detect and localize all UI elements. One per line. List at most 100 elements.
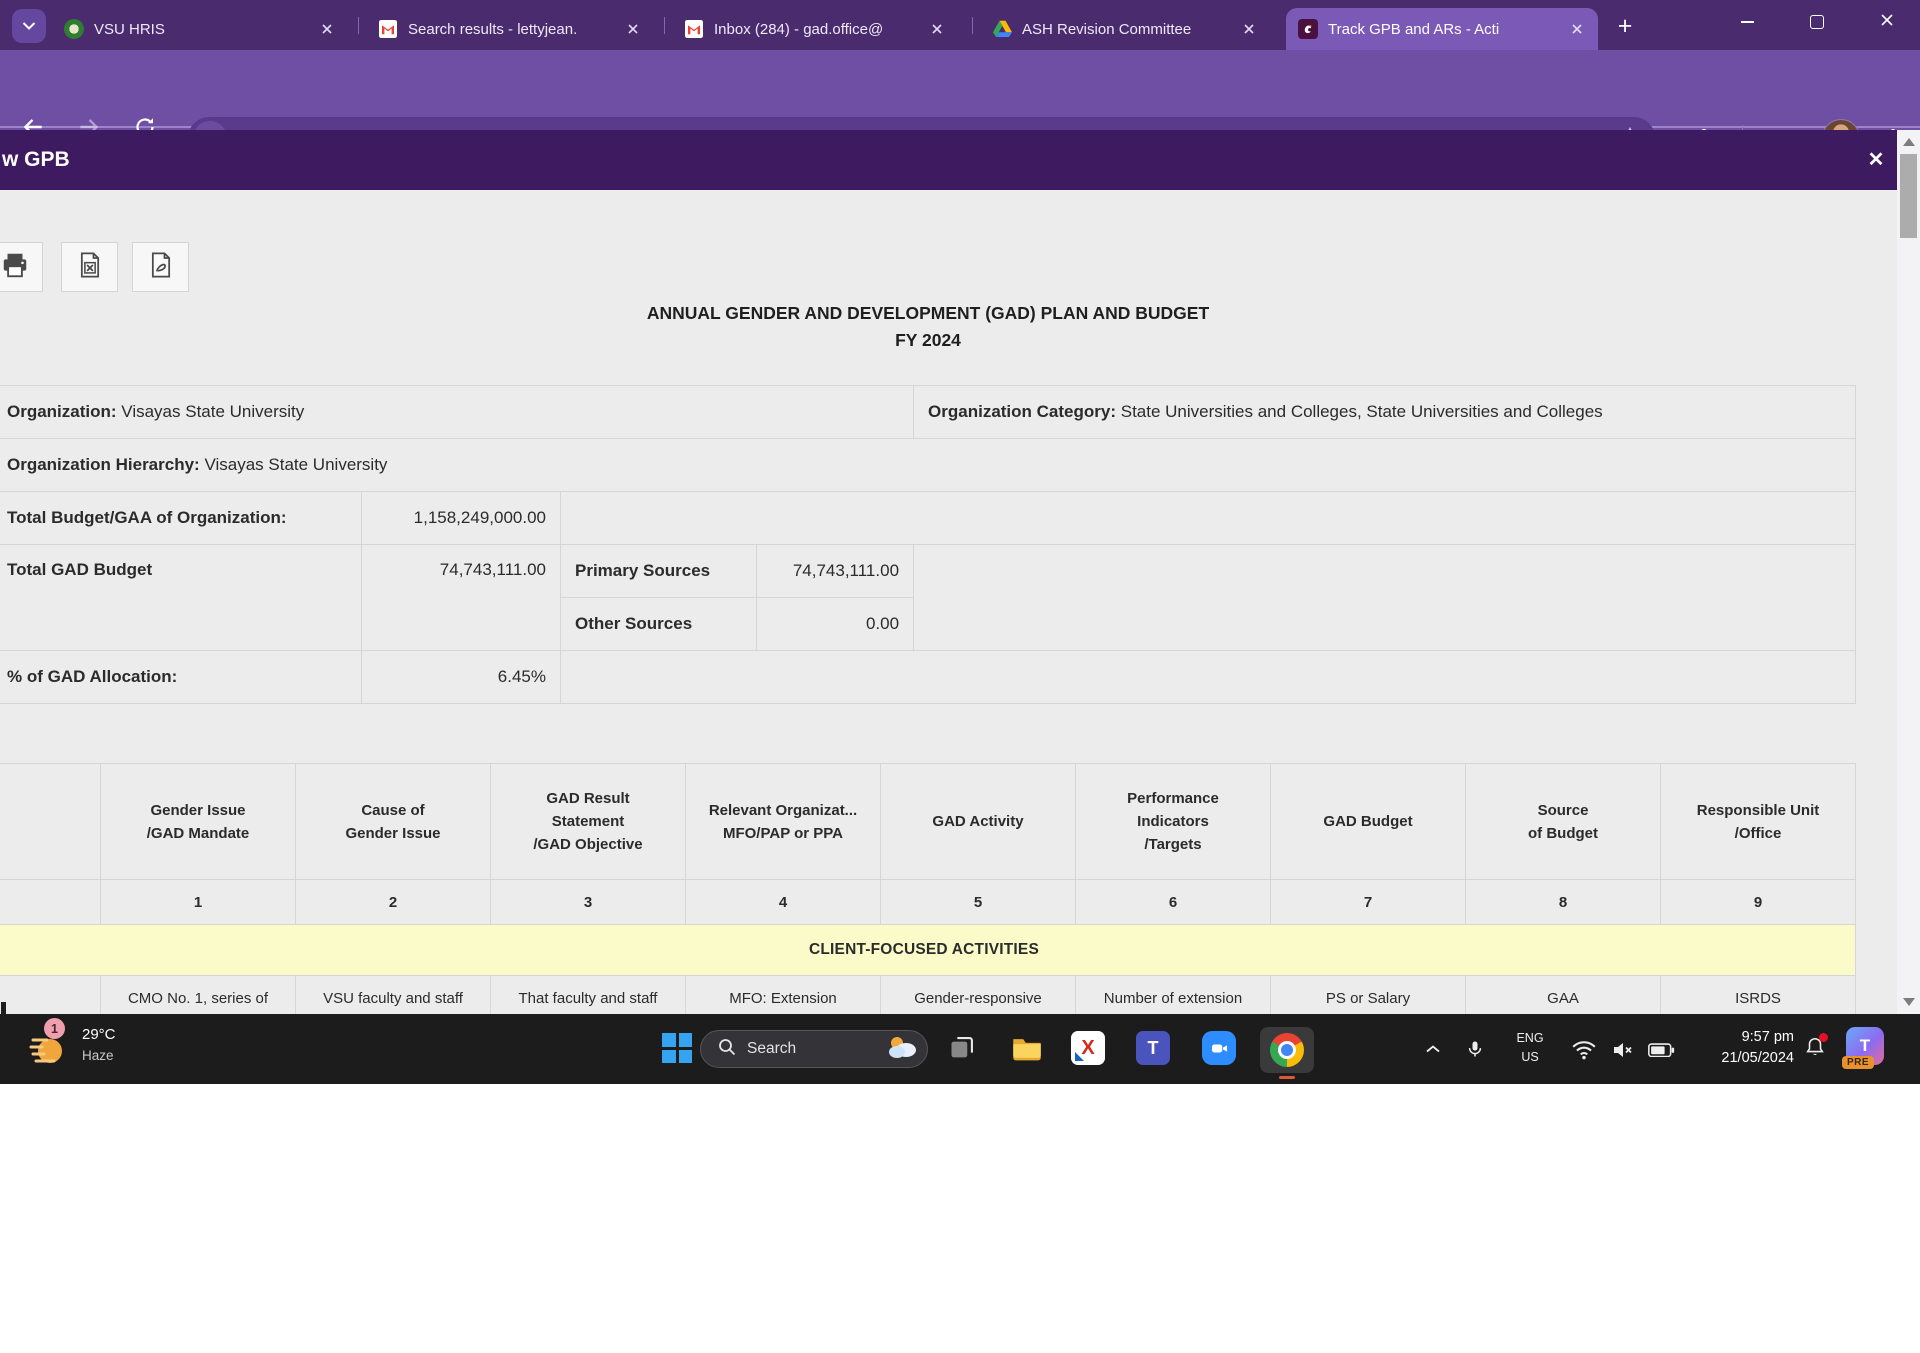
x-app-icon[interactable]: X [1071, 1031, 1105, 1065]
export-excel-button[interactable] [61, 242, 118, 292]
gad-table-number-cell: 2 [296, 880, 491, 925]
modal-close-button[interactable]: ✕ [1856, 130, 1896, 190]
taskbar-clock[interactable]: 9:57 pm 21/05/2024 [1676, 1027, 1794, 1069]
scrollbar-thumb[interactable] [1900, 154, 1917, 238]
chrome-taskbar-button[interactable] [1260, 1027, 1314, 1073]
taskbar-search-box[interactable]: Search [700, 1030, 928, 1068]
organization-category-cell: Organization Category: State Universitie… [914, 386, 1856, 439]
clipped-text-fragment [1, 1002, 6, 1014]
pdf-file-icon [147, 251, 175, 284]
scrollbar-up-arrow-icon[interactable] [1903, 138, 1915, 146]
organization-label: Organization: [7, 402, 117, 421]
tab-title: Search results - lettyjean. [408, 21, 614, 38]
section-header-cell: CLIENT-FOCUSED ACTIVITIES [0, 925, 1856, 976]
gad-table-header-cell: Gender Issue/GAD Mandate [101, 764, 296, 880]
show-hidden-icons-button[interactable] [1420, 1038, 1446, 1060]
windows-start-button[interactable] [662, 1033, 692, 1063]
tab-close-icon[interactable] [1568, 20, 1586, 38]
notifications-bell-button[interactable] [1802, 1036, 1828, 1062]
chevron-down-icon [22, 17, 36, 35]
gmms-favicon [1298, 19, 1318, 39]
gad-allocation-row: % of GAD Allocation: 6.45% [0, 651, 1856, 704]
microphone-icon[interactable] [1462, 1036, 1488, 1062]
total-budget-row: Total Budget/GAA of Organization: 1,158,… [0, 492, 1856, 545]
other-sources-label: Other Sources [561, 598, 757, 651]
gad-table-number-cell: 4 [686, 880, 881, 925]
wifi-icon[interactable] [1570, 1038, 1598, 1062]
browser-tab-strip: VSU HRIS Search results - lettyjean. Inb… [0, 0, 1920, 50]
tab-separator [664, 17, 665, 34]
gad-table-header-cell: GAD Budget [1271, 764, 1466, 880]
gad-table-number-cell: 9 [1661, 880, 1856, 925]
tab-title: VSU HRIS [94, 21, 308, 38]
tab-track-gpb-active[interactable]: Track GPB and ARs - Acti [1286, 8, 1598, 50]
search-icon [717, 1037, 737, 1062]
weather-condition-text: Haze [82, 1048, 114, 1063]
gad-table-number-cell: 7 [1271, 880, 1466, 925]
total-budget-label: Total Budget/GAA of Organization: [0, 492, 362, 545]
gad-table-data-cell: VSU faculty and staff [296, 976, 491, 1015]
tab-title: ASH Revision Committee [1022, 21, 1230, 38]
total-gad-value: 74,743,111.00 [362, 545, 561, 651]
window-maximize-button[interactable] [1794, 0, 1840, 44]
language-line2: US [1506, 1048, 1554, 1067]
teams-letter: T [1148, 1038, 1159, 1059]
tab-close-icon[interactable] [1240, 20, 1258, 38]
task-view-icon[interactable] [945, 1031, 979, 1065]
file-explorer-icon[interactable] [1010, 1031, 1044, 1065]
teams-icon[interactable]: T [1136, 1031, 1170, 1065]
tab-search-button[interactable] [12, 9, 46, 43]
weather-notification-badge: 1 [44, 1018, 65, 1039]
page-content: ANNUAL GENDER AND DEVELOPMENT (GAD) PLAN… [0, 190, 1920, 1014]
language-indicator[interactable]: ENG US [1506, 1029, 1554, 1067]
other-sources-value: 0.00 [757, 598, 914, 651]
tab-separator [358, 17, 359, 34]
export-pdf-button[interactable] [132, 242, 189, 292]
tab-inbox[interactable]: Inbox (284) - gad.office@ [672, 8, 958, 50]
print-button[interactable] [0, 242, 43, 292]
gad-table-data-cell [0, 976, 101, 1015]
tab-search-results[interactable]: Search results - lettyjean. [366, 8, 654, 50]
notification-badge-dot [1819, 1033, 1828, 1042]
scrollbar-down-arrow-icon[interactable] [1903, 998, 1915, 1006]
minimize-icon [1741, 21, 1754, 23]
language-line1: ENG [1506, 1029, 1554, 1048]
vsu-seal-favicon [64, 19, 84, 39]
document-title-line2: FY 2024 [0, 327, 1856, 354]
tab-vsu-hris[interactable]: VSU HRIS [52, 8, 348, 50]
new-tab-button[interactable]: + [1608, 9, 1642, 43]
search-placeholder: Search [747, 1040, 875, 1058]
preview-badge: PRE [1842, 1056, 1874, 1069]
window-minimize-button[interactable] [1724, 0, 1770, 44]
teams-preview-icon[interactable]: T PRE [1846, 1027, 1884, 1065]
gmail-icon [378, 19, 398, 39]
battery-icon[interactable] [1646, 1042, 1676, 1058]
tab-close-icon[interactable] [928, 20, 946, 38]
page-scrollbar[interactable] [1897, 130, 1920, 1014]
tab-close-icon[interactable] [318, 20, 336, 38]
tab-separator [972, 17, 973, 34]
gad-table-data-cell: ISRDS [1661, 976, 1856, 1015]
gad-table-header-cell: Sourceof Budget [1466, 764, 1661, 880]
gad-table-data-cell: CMO No. 1, series of [101, 976, 296, 1015]
chrome-icon [1270, 1033, 1304, 1067]
temperature-text: 29°C [82, 1026, 116, 1043]
teams-preview-letter: T [1860, 1036, 1870, 1056]
tab-close-icon[interactable] [624, 20, 642, 38]
volume-muted-icon[interactable] [1608, 1038, 1636, 1062]
zoom-icon[interactable] [1202, 1031, 1236, 1065]
org-hierarchy-row: Organization Hierarchy: Visayas State Un… [0, 439, 1856, 492]
gad-table-header-cell: Responsible Unit/Office [1661, 764, 1856, 880]
total-gad-label: Total GAD Budget [0, 545, 362, 651]
window-close-button[interactable] [1864, 0, 1910, 44]
windows-taskbar: 1 29°C Haze Search X T [0, 1014, 1920, 1084]
tab-ash-revision[interactable]: ASH Revision Committee [980, 8, 1270, 50]
tab-title: Inbox (284) - gad.office@ [714, 21, 918, 38]
date-text: 21/05/2024 [1676, 1048, 1794, 1069]
gad-table-data-cell: Number of extension [1076, 976, 1271, 1015]
empty-cell [561, 492, 1856, 545]
organization-hierarchy-label: Organization Hierarchy: [7, 455, 200, 474]
close-icon [1880, 13, 1894, 32]
excel-file-icon [76, 251, 104, 284]
tab-title: Track GPB and ARs - Acti [1328, 21, 1558, 38]
